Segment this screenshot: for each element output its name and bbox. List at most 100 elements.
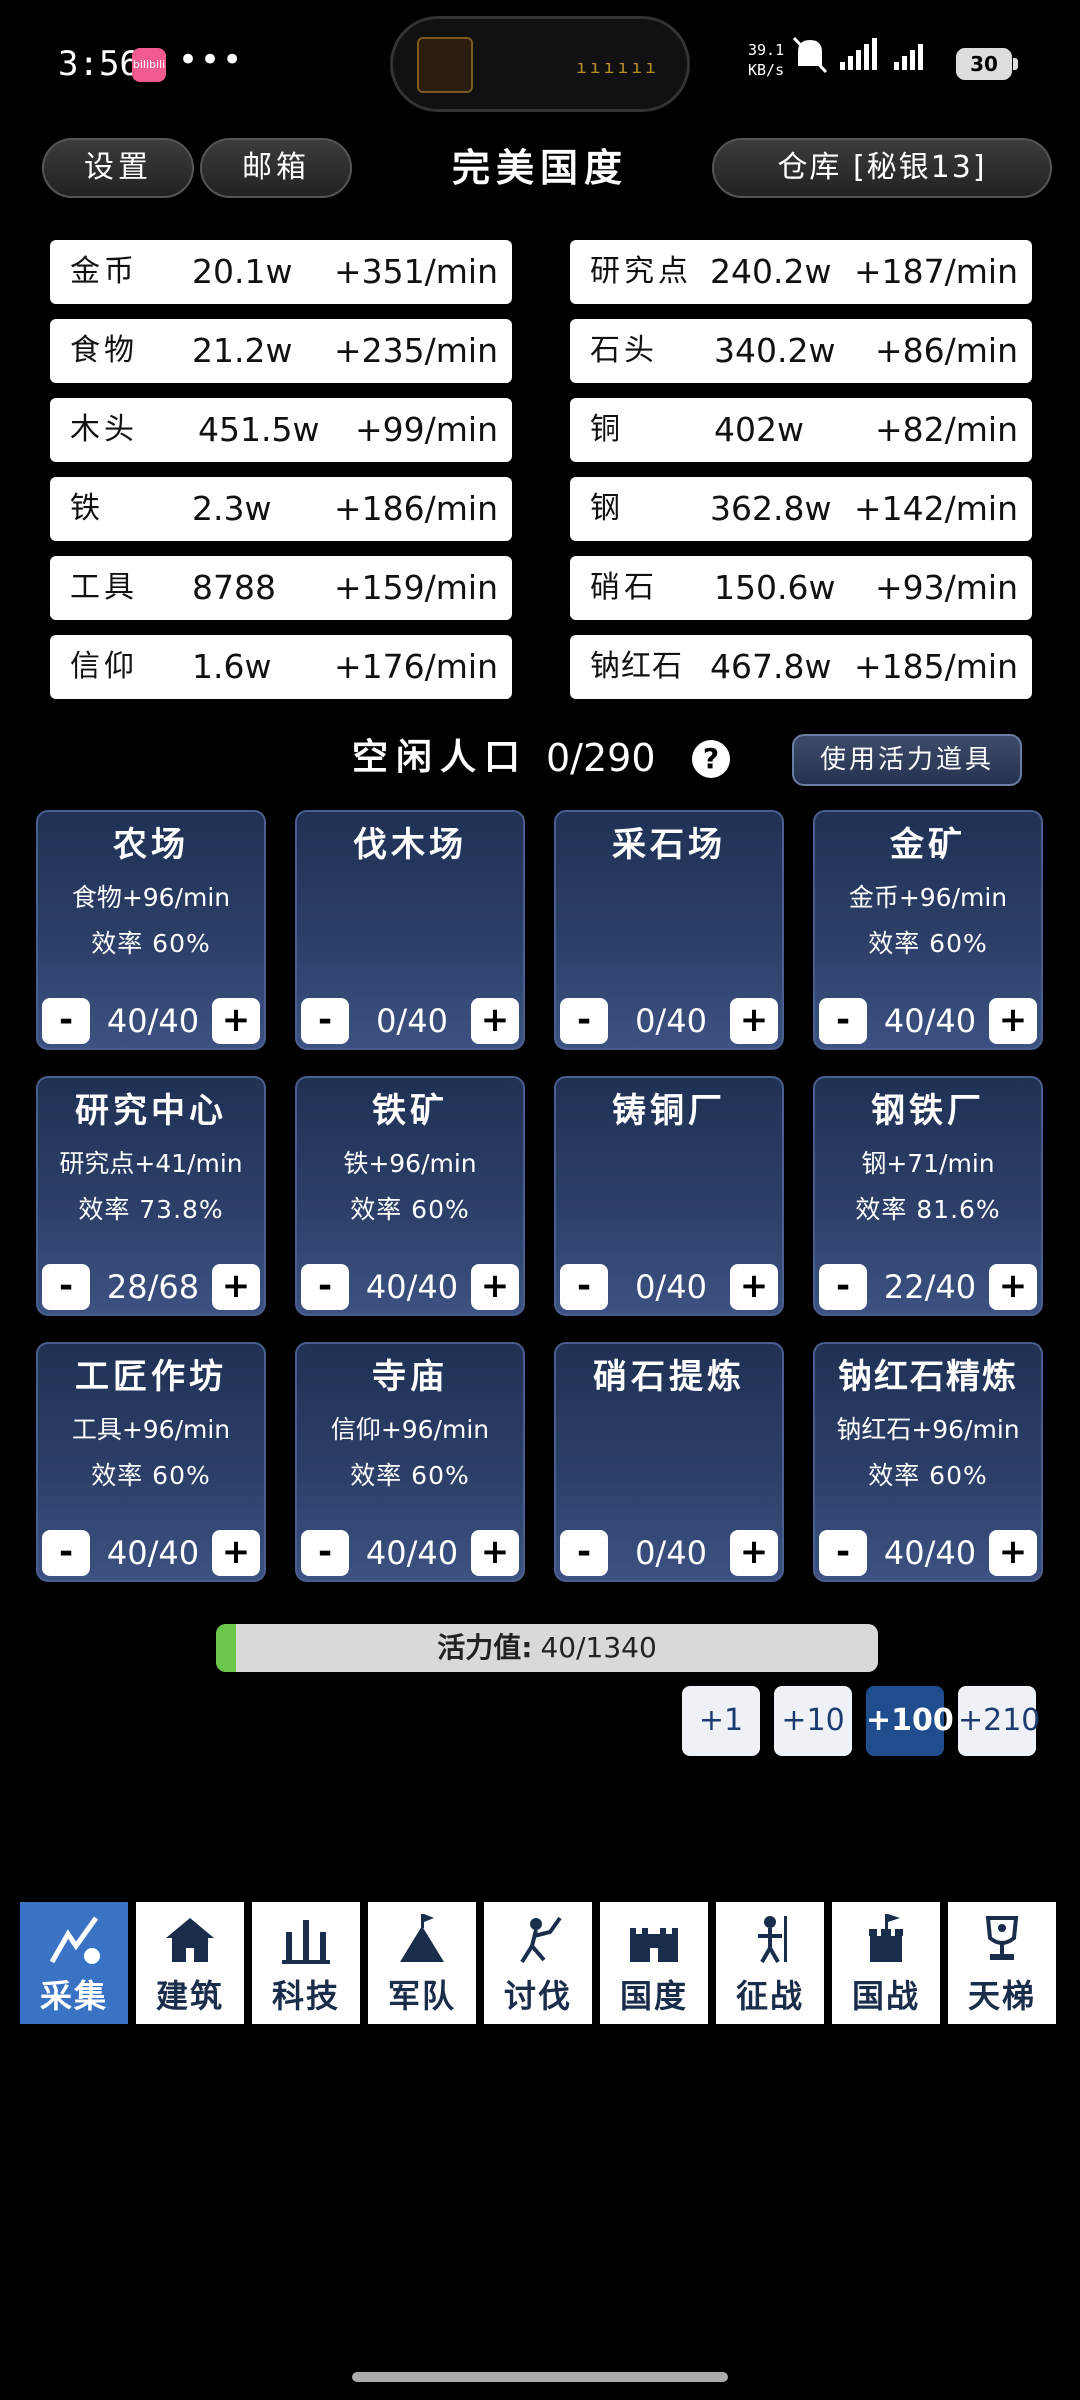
decrease-workers-button[interactable]: - <box>819 1264 867 1310</box>
resource-name: 食物 <box>70 333 138 368</box>
resource-amount: 2.3w <box>192 489 272 528</box>
decrease-workers-button[interactable]: - <box>301 1264 349 1310</box>
increase-workers-button[interactable]: + <box>471 998 519 1044</box>
help-icon[interactable]: ? <box>692 740 730 778</box>
resource-name: 木头 <box>70 412 138 447</box>
building-name: 研究中心 <box>75 1091 227 1131</box>
net-speed-unit: KB/s <box>748 61 785 79</box>
building-card-workshop: 工匠作坊 工具+96/min 效率 60% - 40/40 + <box>36 1342 266 1582</box>
increment-210-button[interactable]: +210 <box>958 1686 1040 1756</box>
building-name: 钢铁厂 <box>871 1091 985 1131</box>
increase-workers-button[interactable]: + <box>989 1264 1037 1310</box>
decrease-workers-button[interactable]: - <box>819 1530 867 1576</box>
resource-name: 硝石 <box>590 570 658 605</box>
decrease-workers-button[interactable]: - <box>560 998 608 1044</box>
resource-card: 工具 8788 +159/min <box>50 556 512 620</box>
army-icon <box>368 1910 476 1970</box>
worker-count: 0/40 <box>635 1002 707 1040</box>
increase-workers-button[interactable]: + <box>730 1530 778 1576</box>
nav-army[interactable]: 军队 <box>368 1902 476 2024</box>
worker-count: 40/40 <box>883 1534 977 1572</box>
increment-10-button[interactable]: +10 <box>774 1686 852 1756</box>
idle-population-label: 空闲人口 <box>352 737 529 778</box>
nav-label: 科技 <box>271 1977 340 2015</box>
resource-rate: +82/min <box>875 410 1018 449</box>
nav-label: 采集 <box>39 1977 108 2015</box>
vitality-text: 活力值: 40/1340 <box>216 1624 878 1672</box>
nav-building[interactable]: 建筑 <box>136 1902 244 2024</box>
worker-count: 0/40 <box>635 1534 707 1572</box>
resource-name: 信仰 <box>70 649 138 684</box>
resource-name: 石头 <box>590 333 658 368</box>
settings-button[interactable]: 设置 <box>42 138 194 198</box>
resource-amount: 1.6w <box>192 647 272 686</box>
building-efficiency: 效率 60% <box>868 1461 988 1490</box>
worker-count: 40/40 <box>106 1002 200 1040</box>
more-dots-icon: ••• <box>178 40 245 80</box>
resource-rate: +176/min <box>334 647 498 686</box>
dynamic-island[interactable]: ıııııı <box>390 16 690 112</box>
resource-card: 信仰 1.6w +176/min <box>50 635 512 699</box>
decrease-workers-button[interactable]: - <box>42 998 90 1044</box>
building-card-farm: 农场 食物+96/min 效率 60% - 40/40 + <box>36 810 266 1050</box>
nav-ladder[interactable]: 天梯 <box>948 1902 1056 2024</box>
nav-label: 建筑 <box>155 1977 224 2015</box>
building-production: 铁+96/min <box>343 1149 477 1178</box>
resource-name: 铜 <box>590 412 624 447</box>
vitality-value: 40/1340 <box>540 1631 657 1664</box>
resource-name: 钠红石 <box>590 649 683 684</box>
nav-label: 国度 <box>619 1977 688 2015</box>
decrease-workers-button[interactable]: - <box>819 998 867 1044</box>
building-efficiency: 效率 60% <box>350 1461 470 1490</box>
decrease-workers-button[interactable]: - <box>301 998 349 1044</box>
increase-workers-button[interactable]: + <box>989 1530 1037 1576</box>
building-name: 伐木场 <box>353 825 467 865</box>
nav-gather[interactable]: 采集 <box>20 1902 128 2024</box>
building-card-lumber-mill: 伐木场 - 0/40 + <box>295 810 525 1050</box>
mute-bell-icon <box>792 36 828 74</box>
warehouse-button[interactable]: 仓库 [秘银13] <box>712 138 1052 198</box>
nav-campaign[interactable]: 征战 <box>716 1902 824 2024</box>
increase-workers-button[interactable]: + <box>212 1530 260 1576</box>
decrease-workers-button[interactable]: - <box>42 1264 90 1310</box>
signal-5g-icon <box>840 38 877 70</box>
status-time: 3:56 <box>58 44 140 84</box>
home-indicator[interactable] <box>352 2372 728 2382</box>
nav-label: 国战 <box>851 1977 920 2015</box>
increment-1-button[interactable]: +1 <box>682 1686 760 1756</box>
increment-100-button[interactable]: +100 <box>866 1686 954 1756</box>
nav-tech[interactable]: 科技 <box>252 1902 360 2024</box>
increase-workers-button[interactable]: + <box>989 998 1037 1044</box>
building-name: 铸铜厂 <box>612 1091 726 1131</box>
ladder-icon <box>948 1910 1056 1970</box>
decrease-workers-button[interactable]: - <box>560 1530 608 1576</box>
decrease-workers-button[interactable]: - <box>42 1530 90 1576</box>
building-name: 钠红石精炼 <box>838 1357 1018 1397</box>
building-card-copper-foundry: 铸铜厂 - 0/40 + <box>554 1076 784 1316</box>
net-speed: 39.1 KB/s <box>748 40 784 80</box>
increase-workers-button[interactable]: + <box>730 1264 778 1310</box>
increase-workers-button[interactable]: + <box>212 998 260 1044</box>
increase-workers-button[interactable]: + <box>471 1530 519 1576</box>
mailbox-button[interactable]: 邮箱 <box>200 138 352 198</box>
decrease-workers-button[interactable]: - <box>301 1530 349 1576</box>
increase-workers-button[interactable]: + <box>730 998 778 1044</box>
nav-crusade[interactable]: 讨伐 <box>484 1902 592 2024</box>
resource-amount: 362.8w <box>710 489 832 528</box>
nav-kingdom[interactable]: 国度 <box>600 1902 708 2024</box>
resource-card: 铜 402w +82/min <box>570 398 1032 462</box>
resource-card: 钢 362.8w +142/min <box>570 477 1032 541</box>
vitality-label: 活力值: <box>437 1631 533 1664</box>
increase-workers-button[interactable]: + <box>471 1264 519 1310</box>
building-efficiency: 效率 60% <box>350 1195 470 1224</box>
decrease-workers-button[interactable]: - <box>560 1264 608 1310</box>
nav-national-war[interactable]: 国战 <box>832 1902 940 2024</box>
building-icon <box>136 1910 244 1970</box>
resource-card: 石头 340.2w +86/min <box>570 319 1032 383</box>
use-vitality-item-button[interactable]: 使用活力道具 <box>792 734 1022 786</box>
tech-icon <box>252 1910 360 1970</box>
increase-workers-button[interactable]: + <box>212 1264 260 1310</box>
resource-amount: 402w <box>714 410 804 449</box>
nav-label: 征战 <box>735 1977 804 2015</box>
building-name: 寺庙 <box>372 1357 448 1397</box>
